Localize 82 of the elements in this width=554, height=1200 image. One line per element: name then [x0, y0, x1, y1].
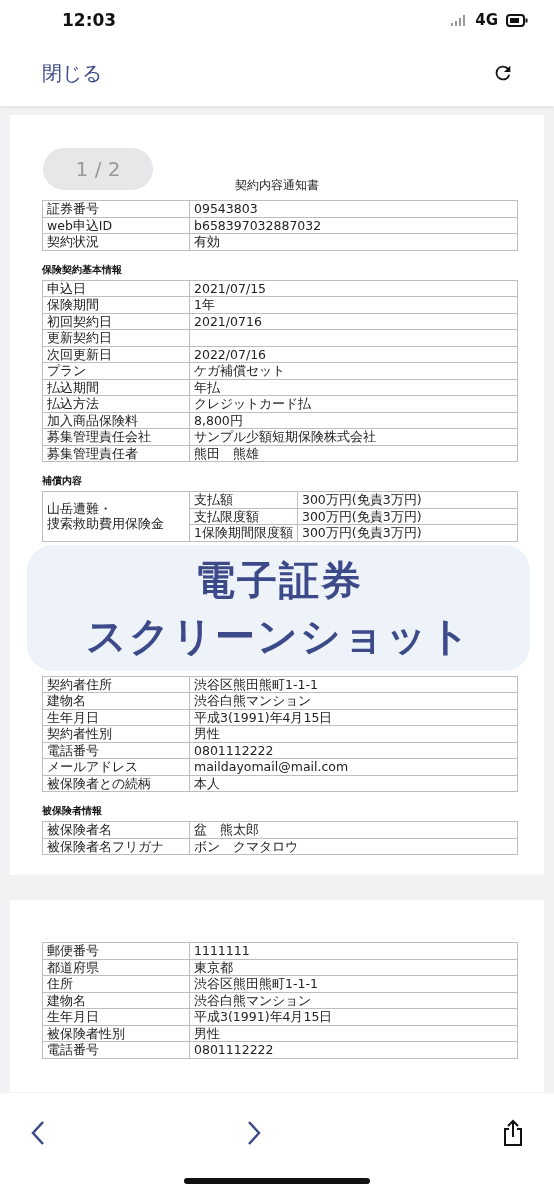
table-cell: 平成3(1991)年4月15日: [189, 709, 518, 726]
table-cell: 支払限度額: [189, 508, 298, 525]
table-cell: 2021/07/15: [189, 280, 518, 297]
table-cell: 郵便番号: [42, 942, 190, 959]
table-cell: 年払: [189, 379, 518, 396]
table-cell: 電話番号: [42, 1041, 190, 1058]
table-cell: 渋谷区熊田熊町1-1-1: [189, 975, 518, 992]
table-cell: 2021/0716: [189, 313, 518, 330]
table-cell: 8,800円: [189, 412, 518, 429]
table-cell: 更新契約日: [42, 329, 190, 346]
table-cell: 証券番号: [42, 200, 190, 217]
table-cell: 1111111: [189, 942, 518, 959]
table-cell: 申込日: [42, 280, 190, 297]
forward-icon[interactable]: [246, 1120, 262, 1146]
table-cell: 契約者性別: [42, 725, 190, 742]
table-cell: 加入商品保険料: [42, 412, 190, 429]
table-cell: 09543803: [189, 200, 518, 217]
table-cell: 建物名: [42, 692, 190, 709]
table-cell: 2022/07/16: [189, 346, 518, 363]
table-cell: 募集管理責任者: [42, 445, 190, 462]
table-cell: ケガ補償セット: [189, 362, 518, 379]
document-title: 契約内容通知書: [234, 177, 320, 194]
table-cell: maildayomail@mail.com: [189, 758, 518, 775]
table-cell: 生年月日: [42, 709, 190, 726]
table-cell: 男性: [189, 1025, 518, 1042]
table-cell: 東京都: [189, 959, 518, 976]
table-cell: 契約者住所: [42, 676, 190, 693]
back-icon[interactable]: [30, 1120, 46, 1146]
table-cell: 建物名: [42, 992, 190, 1009]
table-cell: 被保険者との続柄: [42, 775, 190, 792]
table-cell: ボン クマタロウ: [189, 838, 518, 855]
table-cell: 平成3(1991)年4月15日: [189, 1008, 518, 1025]
table-cell: 生年月日: [42, 1008, 190, 1025]
page-indicator: 1 / 2: [43, 148, 153, 190]
coverage-name: 捜索救助費用保険金: [47, 516, 164, 532]
banner-subtitle: スクリーンショット: [85, 612, 472, 661]
table-cell: 募集管理責任会社: [42, 428, 190, 445]
table-cell: 渋谷白熊マンション: [189, 992, 518, 1009]
table-cell: 支払額: [189, 491, 298, 508]
network-label: 4G: [475, 11, 498, 29]
table-cell: 住所: [42, 975, 190, 992]
table-cell: web申込ID: [42, 217, 190, 234]
section-heading: 被保険者情報: [42, 804, 103, 818]
table-cell: 1保険期間限度額: [189, 524, 298, 541]
share-icon[interactable]: [502, 1119, 524, 1147]
table-cell: 被保険者名: [42, 821, 190, 838]
close-button[interactable]: 閉じる: [36, 55, 108, 91]
table-cell: クレジットカード払: [189, 395, 518, 412]
table-cell: 1年: [189, 296, 518, 313]
table-cell: 0801112222: [189, 1041, 518, 1058]
table-cell: 熊田 熊雄: [189, 445, 518, 462]
table-cell: 0801112222: [189, 742, 518, 759]
coverage-name: 山岳遭難・: [47, 501, 112, 517]
signal-icon: [451, 14, 468, 26]
section-heading: 保険契約基本情報: [42, 262, 123, 277]
table-cell: 本人: [189, 775, 518, 792]
table-cell: 初回契約日: [42, 313, 190, 330]
table-cell: 都道府県: [42, 959, 190, 976]
battery-icon: [506, 13, 528, 27]
table-cell: 渋谷区熊田熊町1-1-1: [189, 676, 518, 693]
table-cell: 保険期間: [42, 296, 190, 313]
status-time: 12:03: [62, 10, 117, 30]
table-cell: 被保険者名フリガナ: [42, 838, 190, 855]
section-heading: 補償内容: [42, 474, 83, 488]
banner-title: 電子証券: [194, 556, 363, 605]
table-cell: 300万円(免責3万円): [297, 508, 518, 525]
table-cell: 次回更新日: [42, 346, 190, 363]
table-cell: 被保険者性別: [42, 1025, 190, 1042]
table-cell: 渋谷白熊マンション: [189, 692, 518, 709]
table-cell: 電話番号: [42, 742, 190, 759]
table-cell: 有効: [189, 233, 518, 250]
table-cell: 契約状況: [42, 233, 190, 250]
table-cell: 盆 熊太郎: [189, 821, 518, 838]
table-cell: メールアドレス: [42, 758, 190, 775]
table-cell: 300万円(免責3万円): [297, 524, 518, 541]
table-cell: プラン: [42, 362, 190, 379]
table-cell: b658397032887032: [189, 217, 518, 234]
table-cell: 300万円(免責3万円): [297, 491, 518, 508]
table-cell: 男性: [189, 725, 518, 742]
table-cell: サンプル少額短期保険株式会社: [189, 428, 518, 445]
table-cell: 払込方法: [42, 395, 190, 412]
table-cell: 払込期間: [42, 379, 190, 396]
